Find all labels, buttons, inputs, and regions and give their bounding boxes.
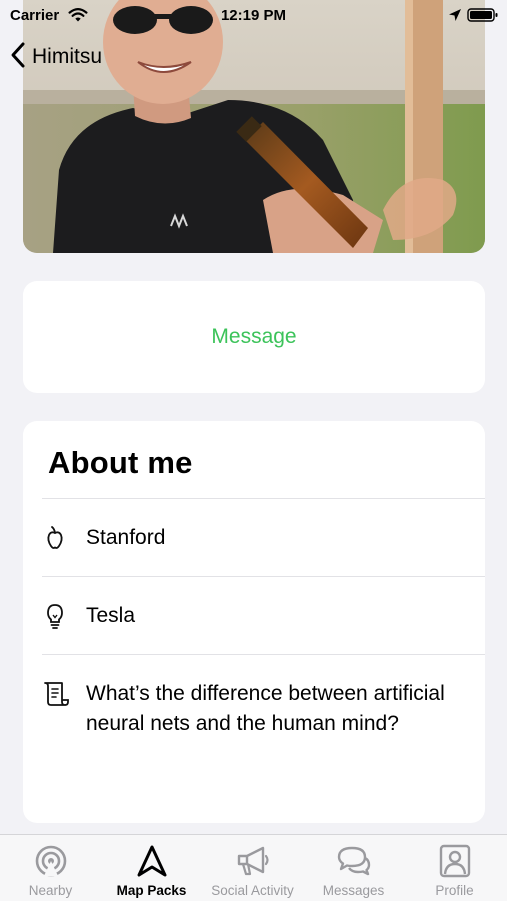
profile-icon: [438, 844, 472, 883]
message-button[interactable]: Message: [23, 281, 485, 393]
tab-profile[interactable]: Profile: [404, 835, 505, 901]
about-item-work: Tesla: [42, 576, 485, 655]
about-item-question: What’s the difference between artificial…: [42, 654, 485, 795]
tab-label: Map Packs: [116, 883, 187, 898]
location-arrow-icon: [448, 8, 462, 26]
about-item-school: Stanford: [42, 498, 485, 577]
nearby-icon: [34, 844, 68, 883]
tab-nearby[interactable]: Nearby: [0, 835, 101, 901]
megaphone-icon: [235, 844, 271, 883]
about-card: About me Stanford Tesla What’s the diffe…: [23, 421, 485, 823]
scroll-icon: [42, 680, 70, 713]
message-card: Message: [23, 281, 485, 393]
tab-label: Messages: [322, 883, 385, 898]
about-item-text: What’s the difference between artificial…: [86, 682, 445, 735]
tab-social-activity[interactable]: Social Activity: [202, 835, 303, 901]
tab-bar: Nearby Map Packs Social Activity Message…: [0, 834, 507, 901]
about-item-text: Tesla: [86, 604, 136, 627]
tab-label: Social Activity: [211, 883, 294, 898]
status-bar: Carrier 12:19 PM: [0, 0, 507, 32]
tab-map-packs[interactable]: Map Packs: [101, 835, 202, 901]
about-item-text: Stanford: [86, 526, 166, 549]
tab-label: Nearby: [28, 883, 73, 898]
clock-label: 12:19 PM: [220, 7, 287, 24]
navigation-arrow-icon: [135, 844, 169, 883]
back-button-label: Himitsu: [32, 45, 103, 68]
tab-messages[interactable]: Messages: [303, 835, 404, 901]
battery-icon: [467, 7, 499, 27]
lightbulb-icon: [42, 603, 68, 634]
chevron-left-icon: [10, 41, 26, 74]
back-button[interactable]: Himitsu: [10, 42, 102, 72]
tab-label: Profile: [435, 883, 474, 898]
chat-bubbles-icon: [336, 844, 372, 883]
about-title: About me: [48, 445, 193, 480]
apple-icon: [42, 525, 68, 556]
profile-photo: [23, 0, 485, 253]
